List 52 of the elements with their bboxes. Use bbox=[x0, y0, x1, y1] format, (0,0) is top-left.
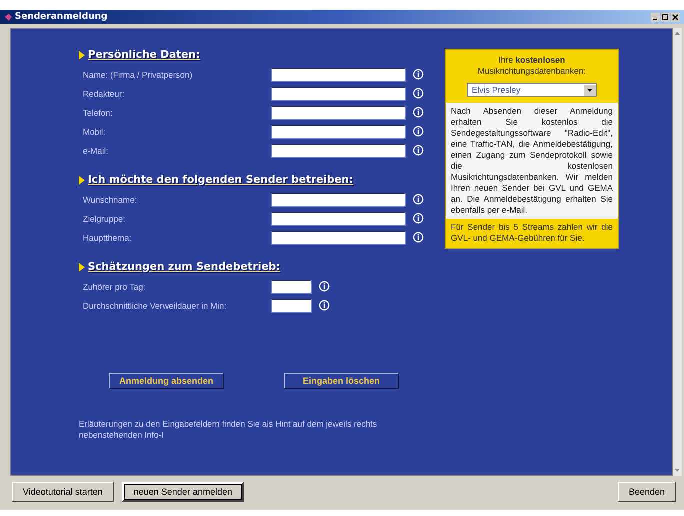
panel-title: Ihre kostenlosen Musikrichtungsdatenbanken: bbox=[476, 55, 588, 77]
field-label: Zielgruppe: bbox=[82, 214, 127, 224]
genre-dropdown[interactable]: Elvis Presley bbox=[467, 83, 597, 97]
input-field[interactable] bbox=[271, 280, 312, 294]
field-label: Redakteur: bbox=[82, 88, 126, 98]
input-field[interactable] bbox=[271, 144, 406, 158]
panel-text: Nach Absenden dieser Anmeldung erhalten Sie kostenlos die Sendegestaltungssoftware "Radio-Edit", eine Traffic-TAN, die Anmeldebestätigung, einen Zugang zum Sendeprotokoll sowie die kostenlosen Musikrichtungsdatenbanken. Wir melden Ihren neuen Sender bei GVL und GEMA an. Die Anmeldebestätigung erhalten Sie ebenfalls per e-Mail. bbox=[446, 103, 618, 219]
form-button[interactable]: Eingaben löschen bbox=[284, 373, 399, 389]
maximize-icon[interactable] bbox=[661, 12, 670, 22]
info-icon[interactable] bbox=[319, 281, 330, 292]
field-label: Zuhörer pro Tag: bbox=[82, 282, 147, 292]
arrow-bullet-icon bbox=[79, 262, 85, 272]
input-field[interactable] bbox=[271, 298, 312, 312]
field-label: Wunschname: bbox=[82, 194, 138, 204]
info-icon[interactable] bbox=[413, 213, 424, 224]
input-field[interactable] bbox=[271, 230, 406, 244]
field-label: Mobil: bbox=[82, 126, 107, 136]
field-label: e-Mail: bbox=[82, 146, 110, 156]
window-title: Senderanmeldung bbox=[15, 12, 108, 22]
section-heading: Ich möchte den folgenden Sender betreiben: bbox=[88, 174, 354, 186]
panel-footer-text: Für Sender bis 5 Streams zahlen wir die GVL- und GEMA-Gebühren für Sie. bbox=[450, 221, 614, 245]
toolbar-button[interactable]: neuen Sender anmelden bbox=[122, 482, 244, 502]
info-icon[interactable] bbox=[413, 194, 424, 205]
info-icon[interactable] bbox=[413, 69, 424, 80]
info-icon[interactable] bbox=[319, 300, 330, 311]
section-heading: Persönliche Daten: bbox=[88, 49, 200, 61]
input-field[interactable] bbox=[271, 86, 406, 100]
input-field[interactable] bbox=[271, 212, 406, 226]
field-label: Durchschnittliche Verweildauer in Min: bbox=[82, 300, 228, 310]
input-field[interactable] bbox=[271, 68, 406, 82]
input-field[interactable] bbox=[271, 192, 406, 206]
info-icon[interactable] bbox=[413, 88, 424, 99]
form-button[interactable]: Anmeldung absenden bbox=[109, 373, 224, 389]
minimize-icon[interactable] bbox=[651, 12, 660, 22]
field-label: Telefon: bbox=[82, 108, 114, 118]
arrow-bullet-icon bbox=[79, 50, 85, 60]
field-label: Hauptthema: bbox=[82, 232, 133, 242]
close-icon[interactable] bbox=[671, 12, 680, 22]
exit-button[interactable]: Beenden bbox=[618, 482, 676, 502]
section-heading: Schätzungen zum Sendebetrieb: bbox=[88, 261, 280, 273]
app-icon bbox=[4, 12, 13, 22]
toolbar-button[interactable]: Videotutorial starten bbox=[12, 482, 114, 502]
info-icon[interactable] bbox=[413, 232, 424, 243]
info-icon[interactable] bbox=[413, 126, 424, 137]
scrollbar[interactable] bbox=[673, 28, 682, 476]
info-icon[interactable] bbox=[413, 107, 424, 118]
field-label: Name: (Firma / Privatperson) bbox=[82, 70, 194, 80]
input-field[interactable] bbox=[271, 124, 406, 138]
info-icon[interactable] bbox=[413, 145, 424, 156]
input-field[interactable] bbox=[271, 106, 406, 120]
arrow-bullet-icon bbox=[79, 176, 85, 184]
hint-text: Erläuterungen zu den Eingabefeldern finden Sie als Hint auf dem jeweils rechts nebenstehenden Info-I bbox=[79, 419, 378, 441]
